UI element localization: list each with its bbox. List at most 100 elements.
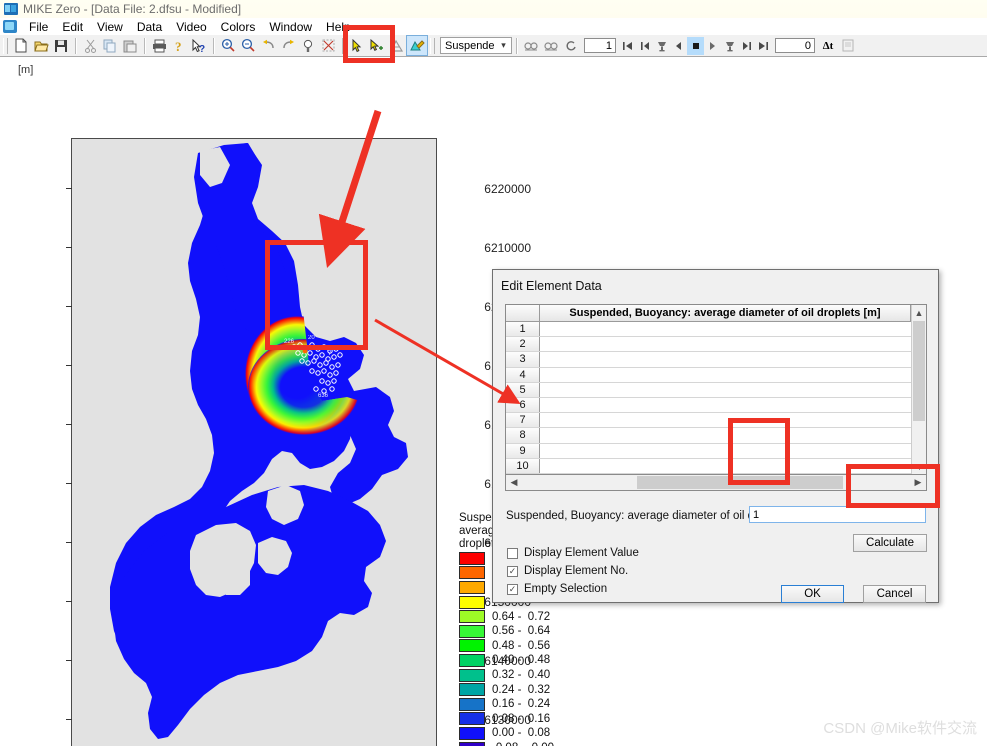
print-icon[interactable] [149, 36, 169, 55]
legend-swatch [459, 683, 485, 697]
save-icon[interactable] [51, 36, 71, 55]
zoom-in-icon[interactable] [218, 36, 238, 55]
zoom-extents-icon[interactable] [318, 36, 338, 55]
menu-item-data[interactable]: Data [130, 19, 169, 35]
play-icon[interactable] [704, 37, 721, 55]
go-last-icon[interactable] [755, 37, 772, 55]
step-back-icon[interactable] [636, 37, 653, 55]
row-value-cell[interactable]: 1 [540, 352, 926, 367]
legend-row: 0.40 - 0.48 [459, 653, 579, 668]
chevron-left-icon[interactable]: ◀ [506, 477, 522, 488]
scrollbar-thumb[interactable] [913, 321, 925, 421]
menu-item-video[interactable]: Video [169, 19, 213, 35]
cancel-button[interactable]: Cancel [863, 585, 926, 603]
rewind-icon[interactable] [670, 37, 687, 55]
find-prev-icon[interactable] [521, 36, 541, 55]
pan-icon[interactable] [298, 36, 318, 55]
delta-t-label[interactable]: Δt [818, 36, 838, 55]
new-icon[interactable] [11, 36, 31, 55]
table-row[interactable]: 61 [506, 397, 926, 414]
loop-icon[interactable] [561, 36, 581, 55]
table-row[interactable]: 31 [506, 352, 926, 368]
copy-icon[interactable] [100, 36, 120, 55]
row-value-cell[interactable]: 0 [540, 428, 926, 443]
table-row[interactable]: 20 [506, 337, 926, 353]
row-value-cell[interactable]: 0 [540, 443, 926, 458]
find-next-icon[interactable] [541, 36, 561, 55]
display-element-value-checkbox-row[interactable]: Display Element Value [507, 547, 639, 559]
help-cursor-icon[interactable]: ? [189, 36, 209, 55]
legend-row: 0.00 - 0.08 [459, 726, 579, 741]
row-value-cell[interactable]: 0 [540, 337, 926, 352]
cut-icon[interactable] [80, 36, 100, 55]
table-row[interactable]: 41 [506, 367, 926, 383]
step-forward-icon[interactable] [738, 37, 755, 55]
menu-item-view[interactable]: View [90, 19, 130, 35]
legend-label: 0.56 - 0.64 [492, 625, 551, 638]
step-number-field[interactable]: 1 [584, 38, 616, 53]
map-plot-frame[interactable]: 226 20 7 636 [71, 138, 437, 746]
chevron-down-icon[interactable]: ▼ [912, 459, 927, 474]
row-value-cell[interactable]: 1 [540, 397, 926, 413]
calculate-button[interactable]: Calculate [853, 534, 927, 552]
zoom-next-icon[interactable] [278, 36, 298, 55]
chevron-right-icon[interactable]: ▶ [910, 477, 926, 488]
chevron-up-icon[interactable]: ▲ [912, 305, 926, 320]
table-row[interactable]: 51 [506, 382, 926, 398]
grid-vertical-scrollbar[interactable]: ▲ ▼ [911, 305, 926, 474]
edit-element-data-dialog[interactable]: Edit Element Data Suspended, Buoyancy: a… [492, 269, 939, 603]
scrollbar-thumb[interactable] [637, 476, 843, 489]
display-element-no-checkbox-row[interactable]: ✓ Display Element No. [507, 565, 628, 577]
element-data-grid[interactable]: Suspended, Buoyancy: average diameter of… [505, 304, 927, 475]
display-element-value-checkbox[interactable] [507, 547, 518, 559]
zoom-out-icon[interactable] [238, 36, 258, 55]
svg-text:226: 226 [284, 339, 295, 345]
table-row[interactable]: 10 [506, 322, 926, 338]
legend-label: 0.16 - 0.24 [492, 698, 551, 711]
row-value-cell[interactable]: 0 [540, 322, 926, 337]
table-row[interactable]: 80 [506, 428, 926, 444]
svg-text:636: 636 [318, 393, 329, 399]
toolbar-grip[interactable] [430, 37, 435, 54]
open-icon[interactable] [31, 36, 51, 55]
row-number-cell: 6 [506, 397, 540, 413]
legend-row: 0.56 - 0.64 [459, 624, 579, 639]
table-row[interactable]: 100 [506, 458, 926, 474]
go-first-icon[interactable] [619, 37, 636, 55]
menu-item-file[interactable]: File [22, 19, 55, 35]
table-row[interactable]: 70 [506, 413, 926, 429]
toolbar-grip[interactable] [3, 37, 8, 54]
edit-element-data-icon[interactable] [406, 35, 428, 56]
grid-horizontal-scrollbar[interactable]: ◀ ▶ [505, 475, 927, 491]
play-back-icon[interactable] [653, 37, 670, 55]
toolbar-separator [75, 37, 76, 54]
row-value-cell[interactable]: 0 [540, 458, 926, 473]
stop-icon[interactable] [687, 36, 704, 55]
menu-item-window[interactable]: Window [262, 19, 319, 35]
fast-forward-icon[interactable] [721, 37, 738, 55]
mesh-edit-icon[interactable] [387, 36, 407, 55]
paste-icon[interactable] [120, 36, 140, 55]
variable-dropdown[interactable]: Suspended, B ▾ [440, 37, 512, 54]
display-element-no-checkbox[interactable]: ✓ [507, 565, 518, 577]
menu-item-edit[interactable]: Edit [55, 19, 90, 35]
menu-item-help[interactable]: Help [319, 19, 358, 35]
row-value-cell[interactable]: 1 [540, 382, 926, 397]
empty-selection-checkbox-row[interactable]: ✓ Empty Selection [507, 583, 607, 595]
legend-swatch [459, 697, 485, 711]
zoom-previous-icon[interactable] [258, 36, 278, 55]
table-row[interactable]: 90 [506, 443, 926, 459]
value-input-field[interactable]: 1 [749, 506, 926, 523]
row-value-cell[interactable]: 0 [540, 413, 926, 428]
menu-item-colors[interactable]: Colors [214, 19, 263, 35]
display-element-value-label: Display Element Value [524, 547, 639, 559]
legend-row: -0.08 - 0.00 [459, 741, 579, 746]
select-element-icon[interactable] [367, 36, 387, 55]
about-icon[interactable]: ? [169, 36, 189, 55]
time-value-field[interactable]: 0 [775, 38, 815, 53]
snapshot-icon[interactable] [838, 36, 858, 55]
pointer-icon[interactable] [347, 36, 367, 55]
row-value-cell[interactable]: 1 [540, 367, 926, 382]
ok-button[interactable]: OK [781, 585, 844, 603]
empty-selection-checkbox[interactable]: ✓ [507, 583, 518, 595]
